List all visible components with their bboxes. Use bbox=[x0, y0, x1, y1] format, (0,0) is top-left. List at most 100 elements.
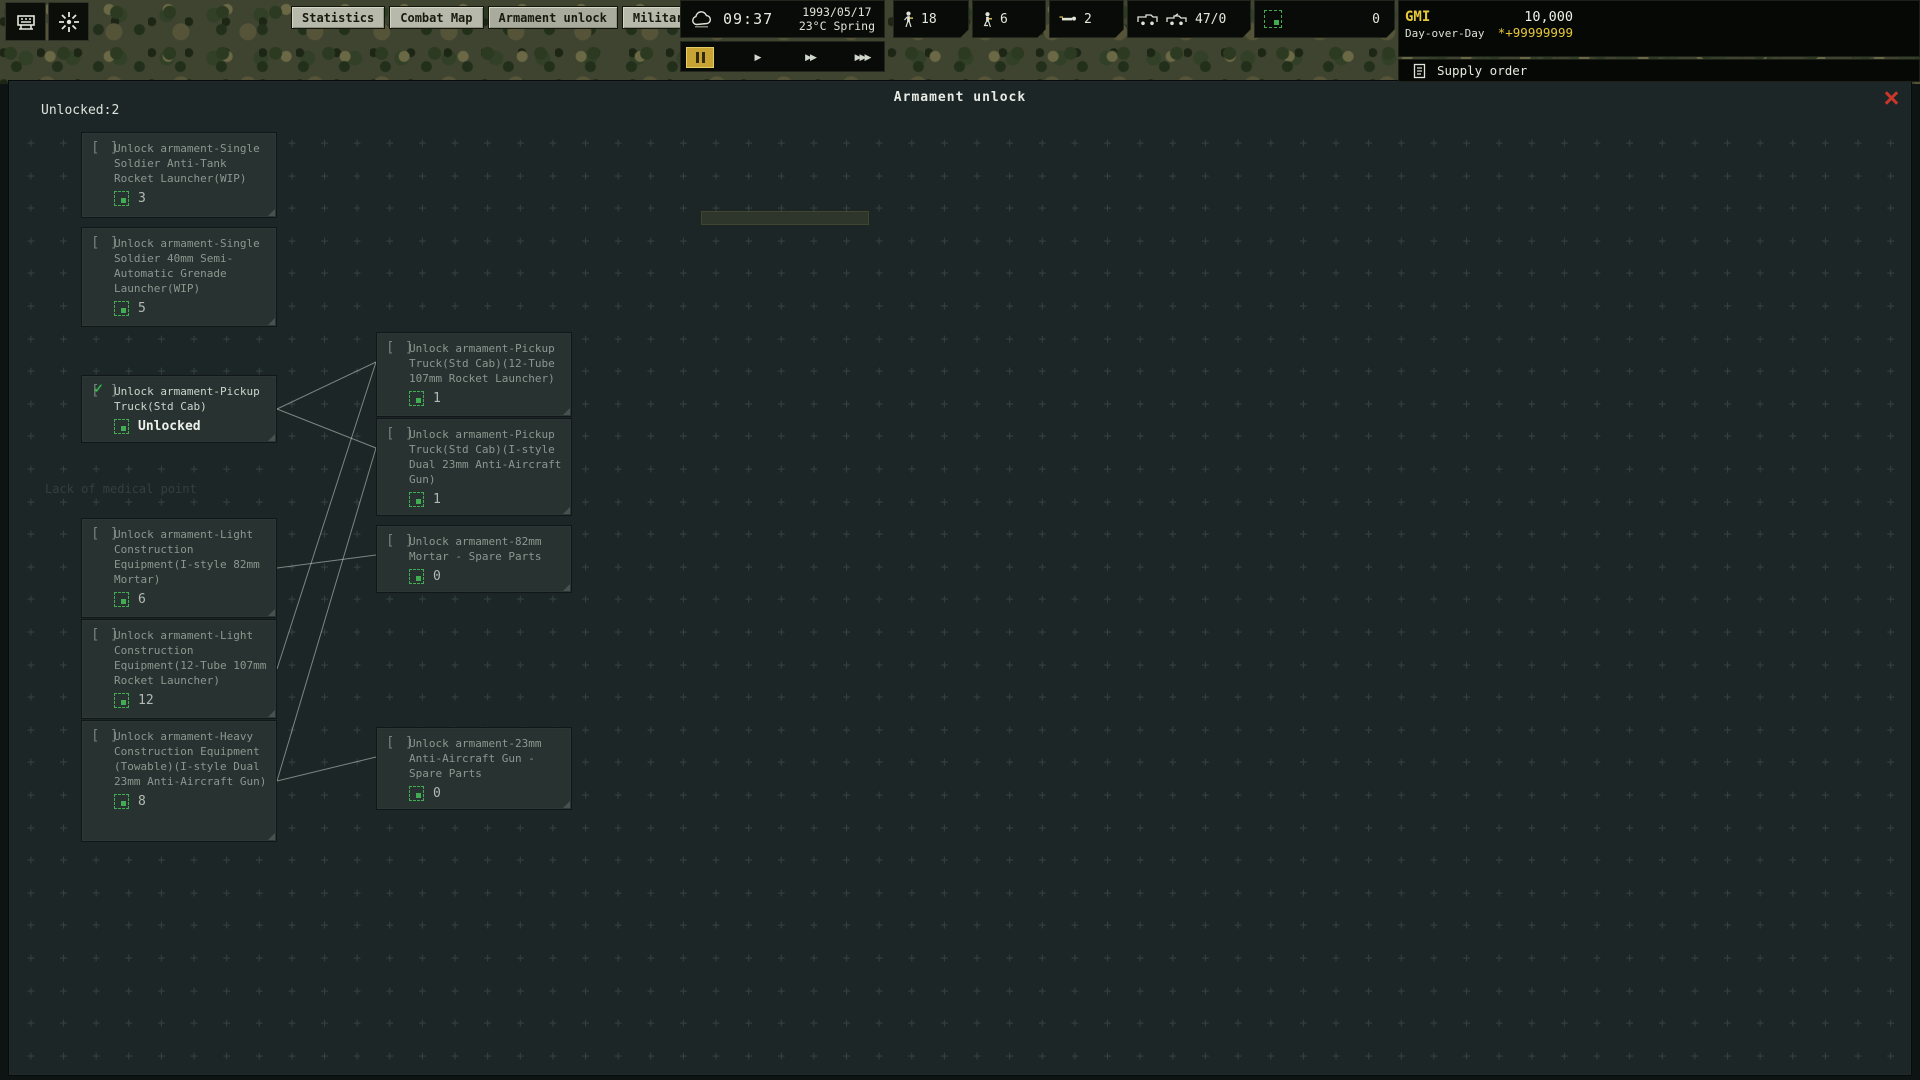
fast-forward-button[interactable]: ▶▶ bbox=[796, 47, 824, 68]
node-title: Unlock armament-Single Soldier Anti-Tank… bbox=[114, 141, 268, 186]
supply-order-button[interactable]: Supply order bbox=[1398, 59, 1920, 82]
tech-node-n10[interactable]: [ ]Unlock armament-23mm Anti-Aircraft Gu… bbox=[376, 727, 572, 810]
supply-crate-icon bbox=[114, 419, 129, 434]
checkbox-empty: [ ] bbox=[91, 527, 119, 542]
tech-node-n2[interactable]: [ ]Unlock armament-Single Soldier 40mm S… bbox=[81, 227, 277, 327]
checkbox-empty: [ ] bbox=[91, 141, 119, 156]
tech-node-n6[interactable]: [ ]Unlock armament-82mm Mortar - Spare P… bbox=[376, 525, 572, 593]
infantry-count: 18 bbox=[921, 12, 937, 27]
tech-node-n3[interactable]: [ ]✓Unlock armament-Pickup Truck(Std Cab… bbox=[81, 375, 277, 443]
fastest-forward-icon: ▶▶▶ bbox=[855, 53, 870, 63]
order-sheet-icon bbox=[1412, 63, 1427, 79]
tech-node-n5[interactable]: [ ]Unlock armament-Pickup Truck(Std Cab)… bbox=[376, 418, 572, 516]
supply-crate-icon bbox=[114, 301, 129, 316]
crew-count: 6 bbox=[1000, 12, 1008, 27]
gmi-row: GMI 10,000 bbox=[1405, 1, 1573, 25]
node-title: Unlock armament-Light Construction Equip… bbox=[114, 527, 268, 587]
supply-crate-icon bbox=[409, 569, 424, 584]
node-title: Unlock armament-23mm Anti-Aircraft Gun -… bbox=[409, 736, 563, 781]
resource-specialists[interactable]: 2 bbox=[1049, 0, 1124, 38]
supply-crate-icon bbox=[409, 492, 424, 507]
tech-node-n1[interactable]: [ ]Unlock armament-Single Soldier Anti-T… bbox=[81, 132, 277, 218]
checkbox-empty: [ ] bbox=[91, 236, 119, 251]
specialist-count: 2 bbox=[1084, 12, 1092, 27]
supply-crate-icon bbox=[409, 391, 424, 406]
node-footer: 6 bbox=[114, 592, 268, 607]
gmi-label: GMI bbox=[1405, 9, 1430, 25]
soldier-standing-icon bbox=[903, 11, 914, 28]
console-window-button[interactable] bbox=[5, 2, 46, 41]
node-cost: 0 bbox=[433, 569, 441, 584]
console-icon bbox=[14, 10, 38, 34]
node-cost: 0 bbox=[433, 786, 441, 801]
weather-cloud-icon bbox=[690, 10, 714, 28]
node-footer: 1 bbox=[409, 492, 563, 507]
tech-node-n7[interactable]: [ ]Unlock armament-Light Construction Eq… bbox=[81, 518, 277, 618]
truck-icon bbox=[1137, 13, 1159, 26]
supply-crate-icon bbox=[409, 786, 424, 801]
node-title: Unlock armament-82mm Mortar - Spare Part… bbox=[409, 534, 563, 564]
supply-crate-icon bbox=[1264, 10, 1282, 28]
resource-infantry[interactable]: 18 bbox=[893, 0, 969, 38]
alert-burst-icon bbox=[57, 10, 81, 34]
tech-node-n4[interactable]: [ ]Unlock armament-Pickup Truck(Std Cab)… bbox=[376, 332, 572, 417]
soldier-kneeling-icon bbox=[982, 11, 993, 28]
tech-node-n8[interactable]: [ ]Unlock armament-Light Construction Eq… bbox=[81, 619, 277, 719]
node-footer: 12 bbox=[114, 693, 268, 708]
play-button[interactable]: ▶ bbox=[743, 47, 771, 68]
date-season: 1993/05/17 23°C Spring bbox=[799, 5, 875, 33]
resource-crew[interactable]: 6 bbox=[972, 0, 1046, 38]
clock-time: 09:37 bbox=[723, 10, 773, 28]
checkbox-empty: [ ] bbox=[386, 341, 414, 356]
checkbox-checked: [ ]✓ bbox=[91, 384, 119, 399]
node-cost: 3 bbox=[138, 191, 146, 206]
supply-crate-icon bbox=[114, 794, 129, 809]
node-cost: 12 bbox=[138, 693, 154, 708]
menu-statistics[interactable]: Statistics bbox=[291, 6, 385, 29]
menu-combat-map[interactable]: Combat Map bbox=[389, 6, 483, 29]
clock-panel: 09:37 1993/05/17 23°C Spring bbox=[680, 0, 885, 38]
gmi-value: 10,000 bbox=[1524, 9, 1573, 25]
day-over-day-label: Day-over-Day bbox=[1405, 27, 1484, 40]
node-status: Unlocked bbox=[138, 419, 201, 434]
pause-icon bbox=[696, 52, 705, 63]
node-title: Unlock armament-Pickup Truck(Std Cab) bbox=[114, 384, 268, 414]
pause-button[interactable] bbox=[686, 47, 714, 68]
node-footer: 0 bbox=[409, 786, 563, 801]
node-title: Unlock armament-Pickup Truck(Std Cab)(12… bbox=[409, 341, 563, 386]
menu-armament-unlock[interactable]: Armament unlock bbox=[488, 6, 618, 29]
node-cost: 5 bbox=[138, 301, 146, 316]
top-bar: Statistics Combat Map Armament unlock Mi… bbox=[0, 0, 1920, 84]
checkbox-empty: [ ] bbox=[91, 729, 119, 744]
clock-season: 23°C Spring bbox=[799, 19, 875, 33]
node-footer: Unlocked bbox=[114, 419, 268, 434]
gmi-box: GMI 10,000 Day-over-Day *+99999999 bbox=[1398, 0, 1920, 57]
fast-forward-icon: ▶▶ bbox=[805, 53, 815, 63]
node-footer: 1 bbox=[409, 391, 563, 406]
node-cost: 1 bbox=[433, 492, 441, 507]
fastest-forward-button[interactable]: ▶▶▶ bbox=[848, 47, 876, 68]
checkbox-empty: [ ] bbox=[386, 736, 414, 751]
alerts-window-button[interactable] bbox=[48, 2, 89, 41]
node-cost: 6 bbox=[138, 592, 146, 607]
node-cost: 1 bbox=[433, 391, 441, 406]
vehicle-count: 47/0 bbox=[1195, 12, 1226, 27]
day-over-day-row: Day-over-Day *+99999999 bbox=[1405, 25, 1573, 40]
node-footer: 3 bbox=[114, 191, 268, 206]
supply-crate-icon bbox=[114, 693, 129, 708]
resource-vehicles[interactable]: 47/0 bbox=[1127, 0, 1251, 38]
checkbox-empty: [ ] bbox=[91, 628, 119, 643]
supply-count: 0 bbox=[1372, 12, 1380, 27]
node-footer: 8 bbox=[114, 794, 268, 809]
tech-node-n9[interactable]: [ ]Unlock armament-Heavy Construction Eq… bbox=[81, 720, 277, 842]
supply-crate-icon bbox=[114, 191, 129, 206]
tech-tree: [ ]Unlock armament-Single Soldier Anti-T… bbox=[9, 81, 1911, 1075]
time-controls: ▶ ▶▶ ▶▶▶ bbox=[680, 41, 885, 72]
finance-panel: GMI 10,000 Day-over-Day *+99999999 Suppl… bbox=[1398, 0, 1920, 84]
node-title: Unlock armament-Heavy Construction Equip… bbox=[114, 729, 268, 789]
screen: Statistics Combat Map Armament unlock Mi… bbox=[0, 0, 1920, 1080]
checkbox-empty: [ ] bbox=[386, 427, 414, 442]
node-title: Unlock armament-Light Construction Equip… bbox=[114, 628, 268, 688]
resource-supplies[interactable]: 0 bbox=[1254, 0, 1395, 38]
supply-crate-icon bbox=[114, 592, 129, 607]
